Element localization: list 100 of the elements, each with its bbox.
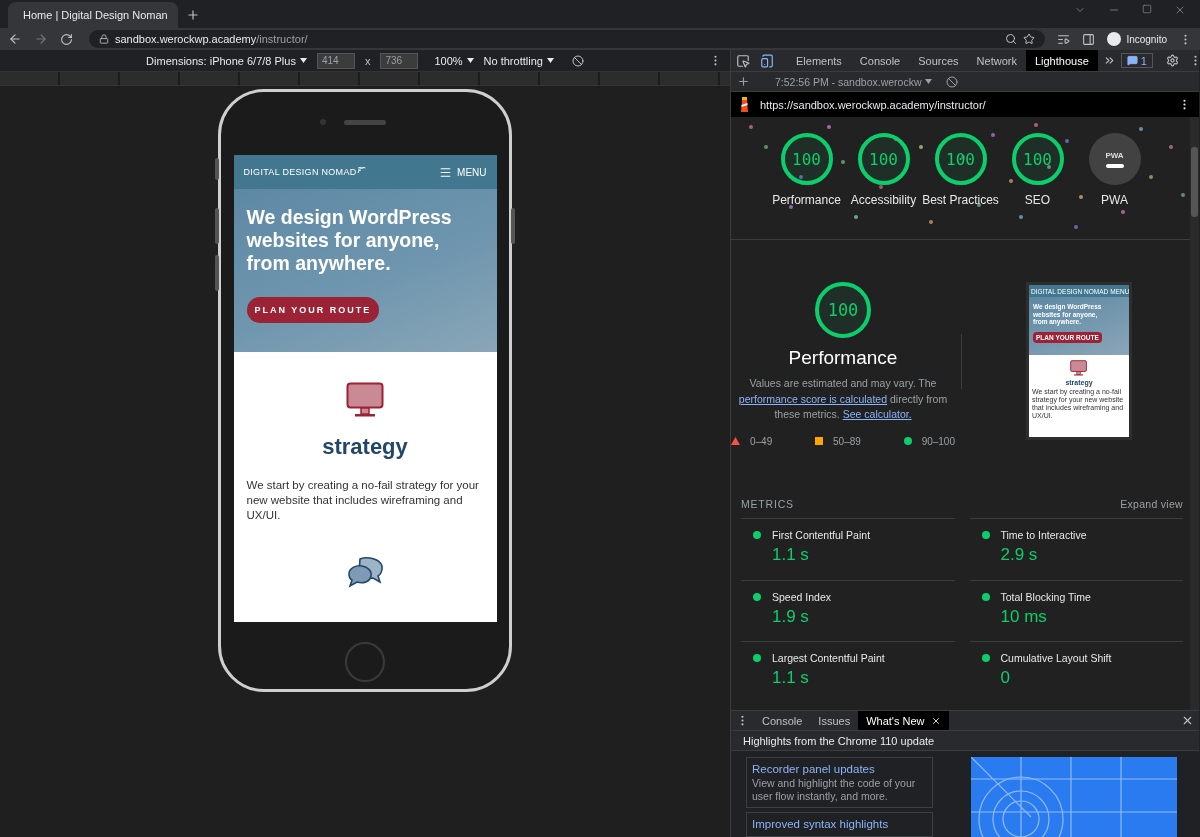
devtools-tab[interactable]: Sources [909, 50, 968, 71]
calculator-link[interactable]: See calculator. [842, 408, 912, 420]
site-logo[interactable]: DIGITAL DESIGN NOMAD [243, 167, 357, 177]
star-icon[interactable] [1023, 33, 1036, 45]
new-report-icon[interactable] [737, 75, 750, 88]
metric-label: Speed Index [772, 590, 831, 603]
card-text: View and highlight the code of your user flow instantly, and more. [752, 777, 917, 803]
devtools-tab[interactable]: Lighthouse [1025, 50, 1098, 71]
feature-card[interactable]: Recorder panel updates View and highlight the code of your user flow instantly, and more. [746, 757, 933, 808]
feature-text: We start by creating a no-fail strategy for your new website that includes wireframing and UX/UI. [246, 478, 480, 523]
back-icon[interactable] [8, 32, 22, 46]
score-gauge: 100 [857, 133, 910, 185]
legend-range: 90–100 [921, 435, 955, 447]
metric-value: 1.9 s [772, 606, 810, 627]
monitor-icon [1070, 360, 1088, 377]
cta-button[interactable]: PLAN YOUR ROUTE [246, 297, 380, 323]
camera-dot [320, 119, 326, 125]
section-title: Performance [788, 347, 898, 369]
inspect-icon[interactable] [736, 53, 750, 68]
monitor-icon [346, 382, 384, 418]
triangle-icon [731, 437, 740, 445]
caret-icon [466, 58, 474, 63]
settings-icon[interactable] [1165, 54, 1179, 67]
pwa-label: PWA [1105, 150, 1124, 160]
category-label: SEO [1024, 192, 1051, 208]
slashed-circle-icon[interactable] [571, 54, 584, 67]
menu-icon [439, 165, 453, 179]
drawer-tab[interactable]: What's New [858, 711, 949, 731]
throttling-select[interactable]: No throttling [483, 54, 554, 67]
clear-icon[interactable] [945, 75, 958, 88]
score-note: Values are estimated and may vary. The performance score is calculated directly from these metrics. See calculator. [737, 376, 949, 422]
drawer-tab[interactable]: Issues [810, 711, 859, 731]
zoom-select[interactable]: 100% [434, 54, 474, 67]
status-dot [753, 654, 761, 662]
dash-icon [1105, 163, 1124, 168]
feature-card[interactable]: Improved syntax highlights [746, 812, 933, 837]
metric-value: 0 [1000, 668, 1011, 688]
avatar[interactable] [1107, 32, 1122, 46]
signal-arcs-icon [356, 167, 366, 176]
category-label: PWA [1101, 192, 1128, 208]
metric-value: 1.1 s [772, 668, 810, 688]
metric-label: Total Blocking Time [1000, 590, 1091, 603]
device-toggle-icon[interactable] [760, 53, 774, 68]
score-gauge: 100 [1011, 133, 1064, 185]
issues-button[interactable]: 1 [1120, 53, 1153, 68]
category-label: Best Practices [922, 192, 999, 208]
drawer-tab[interactable]: Console [754, 711, 811, 731]
metric-value: 10 ms [1000, 606, 1048, 627]
legend-range: 50–89 [833, 435, 861, 447]
menu-button[interactable]: MENU [439, 165, 487, 179]
caret-icon [299, 58, 307, 63]
status-dot [753, 592, 761, 601]
circle-icon [903, 437, 912, 445]
metric-value: 1.1 s [772, 545, 810, 565]
forward-icon[interactable] [34, 32, 48, 46]
square-icon [815, 437, 824, 445]
profile-label: Incognito [1126, 33, 1167, 45]
caret-icon [924, 79, 932, 84]
times-sign: x [364, 54, 371, 67]
search-icon[interactable] [1005, 33, 1018, 45]
score-gauge: 100 [934, 133, 987, 185]
legend-range: 0–49 [750, 435, 773, 447]
close-icon[interactable] [930, 715, 941, 726]
metric-value: 2.9 s [1000, 545, 1039, 565]
metric-label: Largest Contentful Paint [772, 652, 885, 664]
width-field[interactable]: 414 [316, 52, 355, 69]
devtools-tab[interactable]: Elements [787, 50, 851, 71]
score-gauge: 100 [815, 282, 871, 338]
hero-title: We design WordPress websites for anyone, from anywhere. [246, 206, 453, 275]
metric-label: Time to Interactive [1000, 529, 1087, 541]
metrics-title: METRICS [741, 498, 794, 510]
expand-view-button[interactable]: Expand view [1120, 498, 1183, 510]
metric-label: Cumulative Layout Shift [1000, 652, 1112, 664]
lighthouse-icon [739, 97, 750, 112]
category-label: Performance [772, 192, 841, 208]
status-dot [981, 531, 990, 539]
message-icon [1126, 55, 1138, 66]
scrollbar[interactable] [1190, 117, 1199, 710]
new-tab-icon[interactable] [186, 8, 200, 22]
category-label: Accessibility [850, 192, 917, 208]
side-panel-icon[interactable] [1082, 32, 1096, 46]
devtools-tab[interactable]: Network [967, 50, 1026, 71]
lock-icon [99, 34, 109, 44]
score-gauge: 100 [780, 133, 833, 185]
height-field[interactable]: 736 [380, 52, 419, 69]
whats-new-headline: Highlights from the Chrome 110 update [731, 731, 1199, 751]
score-link[interactable]: performance score is calculated [738, 392, 888, 405]
status-dot [753, 531, 761, 539]
card-title: Improved syntax highlights [752, 817, 890, 832]
card-title: Recorder panel updates [752, 762, 876, 777]
feature-title: strategy [322, 434, 408, 460]
status-dot [981, 654, 990, 662]
reload-icon[interactable] [60, 32, 73, 46]
devtools-tab[interactable]: Console [850, 50, 910, 71]
device-select[interactable]: Dimensions: iPhone 6/7/8 Plus [146, 54, 307, 67]
metric-label: First Contentful Paint [772, 529, 871, 541]
status-dot [981, 592, 990, 601]
media-list-icon[interactable] [1057, 32, 1071, 46]
browser-tab[interactable]: Home | Digital Design Noman [8, 2, 178, 28]
address-field[interactable]: sandbox.werockwp.academy/instructor/ [89, 30, 1046, 48]
